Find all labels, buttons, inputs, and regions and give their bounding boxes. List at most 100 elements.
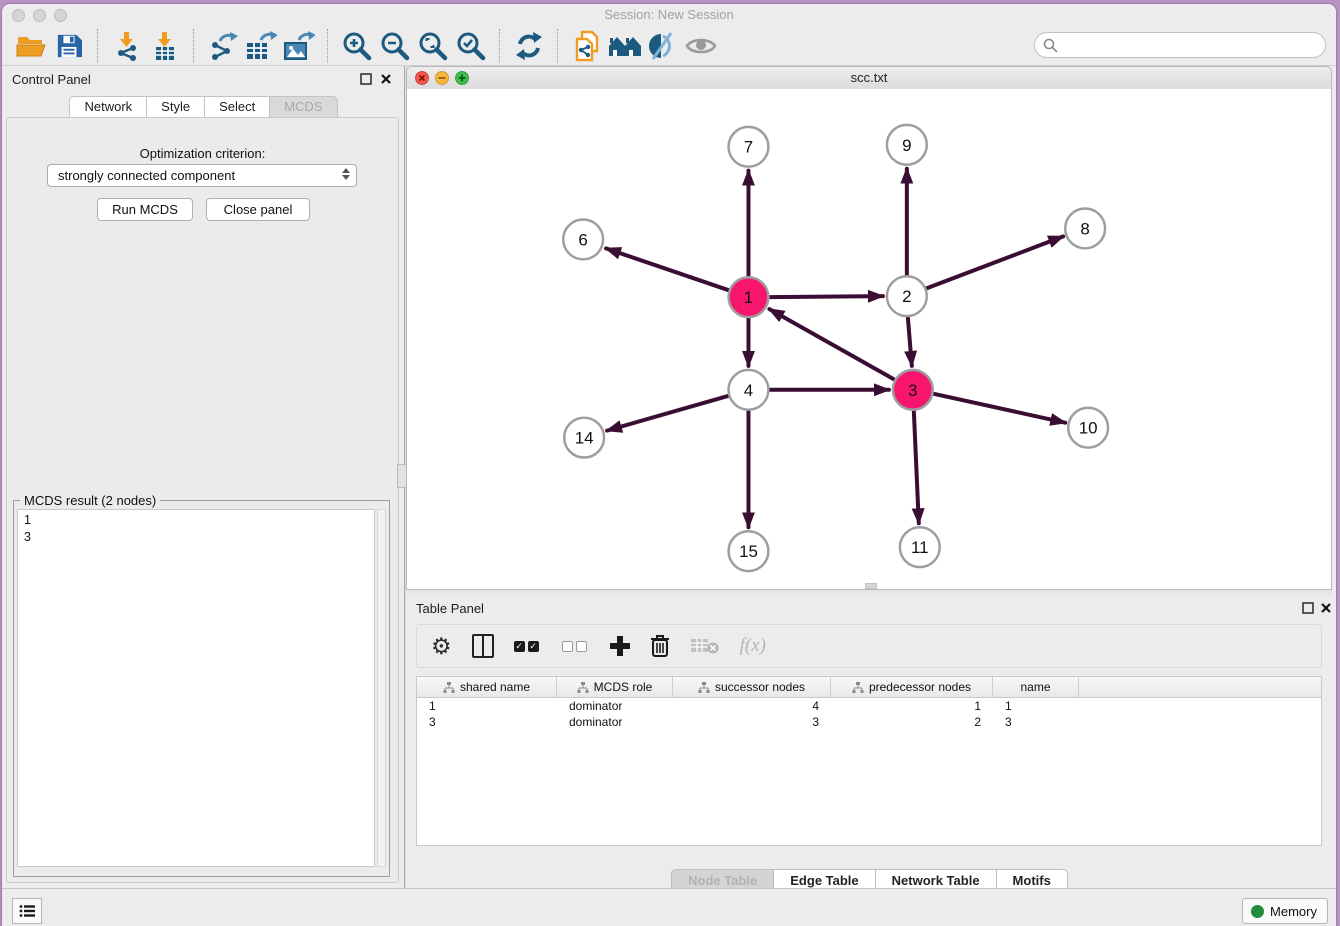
export-table-icon[interactable] (242, 29, 280, 63)
control-panel-header: Control Panel (2, 66, 404, 92)
node-4[interactable]: 4 (729, 370, 769, 410)
result-scrollbar[interactable] (377, 509, 386, 867)
search-field[interactable] (1034, 32, 1326, 58)
cell-mcds-role[interactable]: dominator (557, 714, 673, 730)
delete-table-icon[interactable] (690, 632, 720, 660)
tab-mcds[interactable]: MCDS (269, 96, 337, 117)
cell-shared-name[interactable]: 3 (417, 714, 557, 730)
zoom-fit-icon[interactable] (414, 29, 452, 63)
memory-status-icon (1251, 905, 1264, 918)
mcds-result-group: MCDS result (2 nodes) 1 3 (13, 500, 390, 877)
run-mcds-button[interactable]: Run MCDS (97, 198, 193, 221)
tab-style[interactable]: Style (146, 96, 205, 117)
select-all-icon[interactable]: ✓✓ (514, 632, 542, 660)
zoom-in-icon[interactable] (338, 29, 376, 63)
node-15[interactable]: 15 (729, 531, 769, 571)
toolbar-separator (327, 29, 329, 63)
delete-icon[interactable] (650, 632, 670, 660)
table-panel: Table Panel ⚙ ✓✓ f(x) shared name (406, 595, 1332, 888)
add-column-icon[interactable] (610, 632, 630, 660)
cell-shared-name[interactable]: 1 (417, 698, 557, 714)
svg-text:15: 15 (739, 542, 758, 561)
attribute-icon (698, 682, 710, 693)
first-neighbors-icon[interactable] (606, 29, 644, 63)
close-panel-icon[interactable] (380, 73, 392, 85)
import-network-icon[interactable] (108, 29, 146, 63)
node-14[interactable]: 14 (564, 418, 604, 458)
node-3[interactable]: 3 (893, 370, 933, 410)
cell-successor-nodes[interactable]: 4 (673, 698, 831, 714)
save-icon[interactable] (50, 29, 88, 63)
export-image-icon[interactable] (280, 29, 318, 63)
view-splitter-grip[interactable] (865, 583, 877, 589)
criterion-dropdown[interactable]: strongly connected component (47, 164, 357, 187)
node-7[interactable]: 7 (729, 127, 769, 167)
edge-2-8[interactable] (927, 236, 1063, 288)
column-header-shared-name[interactable]: shared name (417, 677, 557, 697)
memory-label: Memory (1270, 904, 1317, 919)
refresh-icon[interactable] (510, 29, 548, 63)
edge-3-1[interactable] (769, 309, 894, 380)
svg-text:14: 14 (575, 429, 594, 448)
zoom-out-icon[interactable] (376, 29, 414, 63)
column-header-predecessor-nodes[interactable]: predecessor nodes (831, 677, 993, 697)
table-row[interactable]: 1 dominator 4 1 1 (417, 698, 1321, 714)
import-table-icon[interactable] (146, 29, 184, 63)
open-folder-icon[interactable] (12, 29, 50, 63)
table-row[interactable]: 3 dominator 3 2 3 (417, 714, 1321, 730)
table-panel-header: Table Panel (406, 595, 1332, 621)
toolbar-separator (557, 29, 559, 63)
svg-text:2: 2 (902, 287, 911, 306)
main-toolbar (2, 26, 1336, 66)
tab-select[interactable]: Select (204, 96, 270, 117)
duplicate-network-icon[interactable] (568, 29, 606, 63)
clear-selection-icon[interactable] (562, 632, 590, 660)
node-1[interactable]: 1 (729, 277, 769, 317)
cell-mcds-role[interactable]: dominator (557, 698, 673, 714)
node-2[interactable]: 2 (887, 276, 927, 316)
network-canvas[interactable]: 7 9 6 8 1 2 4 3 14 10 15 11 (407, 89, 1331, 589)
attribute-icon (577, 682, 589, 693)
toolbar-separator (499, 29, 501, 63)
tab-network[interactable]: Network (69, 96, 147, 117)
cell-successor-nodes[interactable]: 3 (673, 714, 831, 730)
column-header-name[interactable]: name (993, 677, 1079, 697)
cell-name[interactable]: 1 (993, 698, 1079, 714)
close-panel-icon[interactable] (1320, 602, 1332, 614)
node-9[interactable]: 9 (887, 125, 927, 165)
cell-predecessor-nodes[interactable]: 2 (831, 714, 993, 730)
node-11[interactable]: 11 (900, 527, 940, 567)
float-panel-icon[interactable] (1302, 602, 1314, 614)
mcds-result-item[interactable]: 1 (24, 512, 374, 529)
column-header-mcds-role[interactable]: MCDS role (557, 677, 673, 697)
table-settings-icon[interactable]: ⚙ (431, 632, 452, 660)
column-header-empty (1079, 677, 1321, 697)
export-network-icon[interactable] (204, 29, 242, 63)
edge-1-6[interactable] (606, 248, 729, 290)
edge-3-10[interactable] (934, 394, 1065, 423)
show-columns-icon[interactable] (472, 632, 494, 660)
node-10[interactable]: 10 (1068, 408, 1108, 448)
node-6[interactable]: 6 (563, 219, 603, 259)
close-panel-button[interactable]: Close panel (206, 198, 310, 221)
function-builder-icon[interactable]: f(x) (740, 632, 766, 660)
eye-icon[interactable] (682, 29, 720, 63)
cell-predecessor-nodes[interactable]: 1 (831, 698, 993, 714)
edge-1-2[interactable] (769, 296, 883, 297)
cell-name[interactable]: 3 (993, 714, 1079, 730)
svg-text:1: 1 (744, 288, 753, 307)
node-8[interactable]: 8 (1065, 209, 1105, 249)
network-view-window: scc.txt (406, 66, 1332, 590)
zoom-selected-icon[interactable] (452, 29, 490, 63)
edge-4-14[interactable] (607, 396, 729, 431)
search-input[interactable] (1062, 37, 1325, 54)
mcds-result-list[interactable]: 1 3 (17, 509, 375, 867)
memory-button[interactable]: Memory (1242, 898, 1328, 924)
edge-3-11[interactable] (914, 411, 919, 524)
float-panel-icon[interactable] (360, 73, 372, 85)
mcds-result-item[interactable]: 3 (24, 529, 374, 546)
task-history-button[interactable] (12, 898, 42, 924)
edge-2-3[interactable] (908, 317, 912, 366)
show-hide-style-icon[interactable] (644, 29, 682, 63)
column-header-successor-nodes[interactable]: successor nodes (673, 677, 831, 697)
